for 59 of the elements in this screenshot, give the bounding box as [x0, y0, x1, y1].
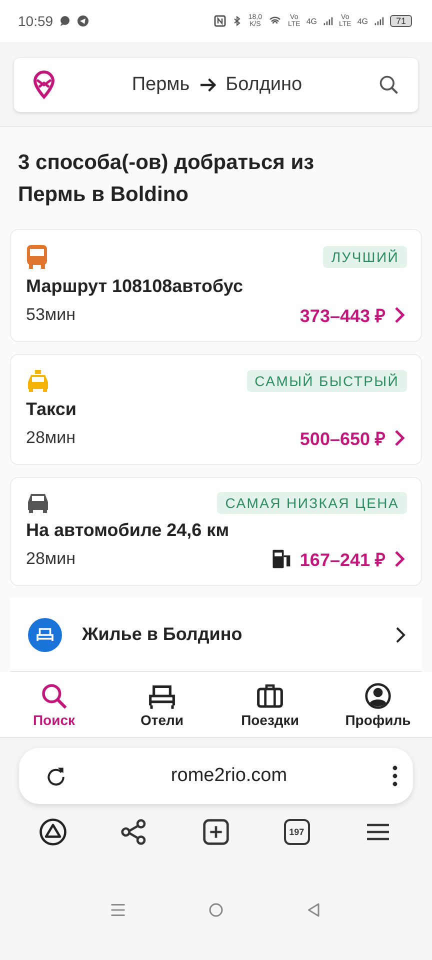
- clock: 10:59: [18, 13, 54, 29]
- route-price: 167–241 ₽: [300, 549, 385, 571]
- chevron-icon: [393, 305, 407, 325]
- chat-icon: [59, 15, 72, 27]
- chevron-icon: [393, 549, 407, 569]
- logo-icon: [32, 70, 56, 100]
- route-tag: ЛУЧШИЙ: [323, 246, 407, 268]
- fuel-pump-icon: [270, 548, 292, 570]
- nfc-icon: [214, 15, 226, 27]
- nav-tab[interactable]: Поездки: [216, 672, 324, 737]
- hotels-label: Жилье в Болдино: [82, 624, 244, 645]
- route-card[interactable]: САМЫЙ БЫСТРЫЙ Такси 28мин 500–650 ₽: [10, 354, 422, 465]
- search-icon: [40, 682, 68, 710]
- route-tag: САМЫЙ БЫСТРЫЙ: [246, 370, 407, 392]
- url-text: rome2rio.com: [170, 765, 288, 787]
- reload-icon[interactable]: [45, 765, 67, 787]
- search-bar[interactable]: Пермь Болдино: [14, 58, 418, 112]
- home-icon[interactable]: [207, 901, 225, 919]
- route-card[interactable]: САМАЯ НИЗКАЯ ЦЕНА На автомобиле 24,6 км 28мин 167–241 ₽: [10, 477, 422, 586]
- route-duration: 53мин: [26, 305, 76, 325]
- nav-tab[interactable]: Профиль: [324, 672, 432, 737]
- page-title: 3 способа(-ов) добраться из Пермь в Boldino: [18, 150, 316, 208]
- route-price: 500–650 ₽: [300, 428, 385, 450]
- route-duration: 28мин: [26, 428, 76, 448]
- nav-tab[interactable]: Отели: [108, 672, 216, 737]
- bus-icon: [26, 244, 48, 270]
- taxi-icon: [26, 369, 50, 393]
- route-name: Такси: [26, 399, 76, 420]
- share-icon[interactable]: [120, 818, 148, 846]
- recents-icon[interactable]: [109, 901, 127, 919]
- search-icon: [378, 74, 400, 96]
- telegram-icon: [77, 15, 90, 27]
- route-tag: САМАЯ НИЗКАЯ ЦЕНА: [217, 492, 407, 514]
- signal-icon: [322, 15, 333, 27]
- route-duration: 28мин: [26, 549, 76, 569]
- new-tab-icon[interactable]: [202, 818, 230, 846]
- route-name: На автомобиле 24,6 км: [26, 520, 230, 541]
- bed-icon: [28, 618, 62, 652]
- address-bar[interactable]: rome2rio.com: [19, 748, 413, 804]
- car-icon: [26, 492, 50, 514]
- route-card[interactable]: ЛУЧШИЙ Маршрут 108108автобус 53мин 373–443 ₽: [10, 229, 422, 342]
- battery-level: 71: [390, 15, 412, 27]
- route-price: 373–443 ₽: [300, 305, 385, 327]
- signal-icon: [374, 15, 384, 27]
- assistant-icon[interactable]: [38, 818, 67, 846]
- hotels-link[interactable]: Жилье в Болдино: [10, 598, 422, 672]
- nav-tab[interactable]: Поиск: [0, 672, 108, 737]
- network-type: 4G: [357, 16, 368, 26]
- bluetooth-icon: [232, 14, 242, 28]
- chevron-icon: [394, 624, 408, 644]
- more-icon[interactable]: [391, 764, 399, 788]
- origin-city: Пермь: [132, 74, 190, 96]
- suitcase-icon: [256, 682, 284, 710]
- profile-icon: [364, 682, 392, 710]
- chevron-icon: [393, 428, 407, 448]
- route-name: Маршрут 108108автобус: [26, 276, 243, 297]
- network-type: 4G: [306, 16, 317, 26]
- destination-city: Болдино: [226, 74, 302, 96]
- tabs-button[interactable]: 197: [284, 819, 310, 845]
